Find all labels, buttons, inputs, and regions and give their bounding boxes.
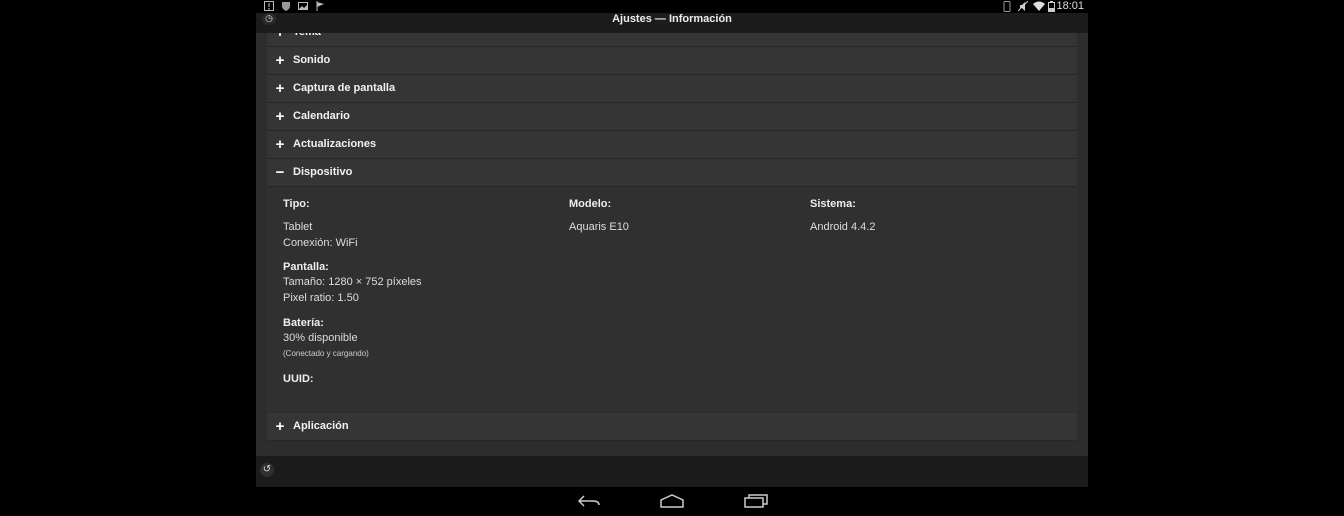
battery-note: (Conectado y cargando) xyxy=(283,349,369,358)
section-tema[interactable]: + Tema xyxy=(267,33,1077,47)
expand-icon: + xyxy=(275,108,285,125)
type-value: Tablet xyxy=(283,221,313,233)
screen-label: Pantalla: xyxy=(283,261,329,273)
undo-icon: ↺ xyxy=(262,464,272,475)
section-captura[interactable]: + Captura de pantalla xyxy=(267,75,1077,103)
system-value: Android 4.4.2 xyxy=(810,221,876,233)
section-aplicacion[interactable]: + Aplicación xyxy=(267,413,1077,441)
undo-button[interactable]: ↺ xyxy=(260,463,274,477)
section-label: Tema xyxy=(293,33,321,46)
section-calendario[interactable]: + Calendario xyxy=(267,103,1077,131)
screen-size: Tamaño: 1280 × 752 píxeles xyxy=(283,276,422,288)
battery-label: Batería: xyxy=(283,317,324,329)
system-label: Sistema: xyxy=(810,198,856,210)
collapse-icon: − xyxy=(275,164,285,181)
recents-icon xyxy=(744,494,768,508)
connection-value: Conexión: WiFi xyxy=(283,237,358,249)
section-dispositivo[interactable]: − Dispositivo xyxy=(267,159,1077,187)
title-bar: ◷ Ajustes — Información xyxy=(256,13,1088,33)
expand-icon: + xyxy=(275,52,285,69)
section-label: Sonido xyxy=(293,54,331,66)
uuid-label: UUID: xyxy=(283,373,314,385)
section-sonido[interactable]: + Sonido xyxy=(267,47,1077,75)
expand-icon: + xyxy=(275,80,285,97)
page-title: Ajustes — Información xyxy=(612,13,732,25)
status-bar: 18:01 xyxy=(256,0,1088,13)
pixel-ratio: Pixel ratio: 1.50 xyxy=(283,292,359,304)
section-label: Actualizaciones xyxy=(293,138,377,150)
expand-icon: + xyxy=(274,33,286,46)
model-value: Aquaris E10 xyxy=(569,221,629,233)
expand-icon: + xyxy=(275,418,285,435)
clock-time: 18:01 xyxy=(1056,0,1084,12)
nav-back-button[interactable] xyxy=(577,493,601,514)
section-actualizaciones[interactable]: + Actualizaciones xyxy=(267,131,1077,159)
app-window: ◷ Ajustes — Información + Tema + Sonido … xyxy=(256,13,1088,487)
model-label: Modelo: xyxy=(569,198,612,210)
nav-home-button[interactable] xyxy=(660,493,684,514)
section-label: Calendario xyxy=(293,110,350,122)
type-label: Tipo: xyxy=(283,198,310,210)
section-label: Aplicación xyxy=(293,420,349,432)
expand-icon: + xyxy=(275,136,285,153)
system-nav-bar xyxy=(0,487,1344,516)
section-label: Captura de pantalla xyxy=(293,82,396,94)
bottom-bar: ↺ xyxy=(256,456,1088,487)
back-arrow-icon xyxy=(577,495,600,507)
nav-recents-button[interactable] xyxy=(744,493,768,514)
home-icon xyxy=(660,494,684,508)
settings-list: + Tema + Sonido + Captura de pantalla + … xyxy=(267,33,1077,453)
section-label: Dispositivo xyxy=(293,166,353,178)
device-panel: Tipo: Tablet Conexión: WiFi Pantalla: Ta… xyxy=(267,187,1077,412)
battery-value: 30% disponible xyxy=(283,332,358,344)
